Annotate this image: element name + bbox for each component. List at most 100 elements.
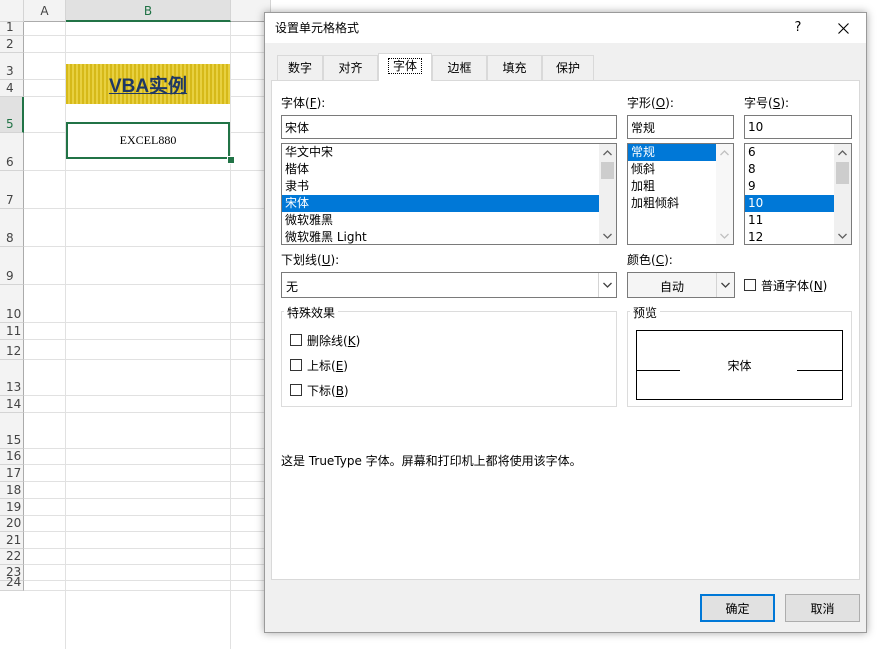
row-header[interactable]: 24 [0, 575, 24, 591]
ok-button[interactable]: 确定 [700, 594, 775, 622]
normal-font-label[interactable]: 普通字体(N) [761, 277, 827, 294]
row-header[interactable]: 19 [0, 499, 24, 516]
style-list[interactable]: 常规 倾斜 加粗 加粗倾斜 [627, 143, 734, 245]
column-header-b[interactable]: B [66, 0, 231, 22]
tab-protection[interactable]: 保护 [542, 55, 594, 80]
help-icon: ? [794, 20, 802, 35]
row-header[interactable]: 22 [0, 549, 24, 565]
list-item[interactable]: 楷体 [282, 161, 599, 178]
list-item[interactable]: 10 [745, 195, 834, 212]
row-header[interactable]: 6 [0, 133, 24, 171]
list-item[interactable]: 12 [745, 229, 834, 244]
row-gridline [24, 359, 265, 360]
list-item[interactable]: 宋体 [282, 195, 599, 212]
tab-fill[interactable]: 填充 [487, 55, 542, 80]
list-item[interactable]: 微软雅黑 [282, 212, 599, 229]
row-header[interactable]: 8 [0, 209, 24, 247]
row-header[interactable]: 17 [0, 465, 24, 482]
row-gridline [24, 208, 265, 209]
style-input[interactable]: 常规 [627, 115, 734, 139]
font-input[interactable]: 宋体 [281, 115, 617, 139]
color-picker-value: 自动 [659, 280, 684, 294]
list-item[interactable]: 倾斜 [628, 161, 716, 178]
row-gridline [24, 284, 265, 285]
cell-b5-active[interactable]: EXCEL880 [66, 122, 230, 159]
fill-handle[interactable] [227, 156, 235, 164]
chevron-down-icon[interactable] [598, 273, 616, 297]
list-item[interactable]: 常规 [628, 144, 716, 161]
list-item[interactable]: 6 [745, 144, 834, 161]
row-gridline [24, 464, 265, 465]
list-item[interactable]: 加粗 [628, 178, 716, 195]
close-button[interactable] [821, 13, 866, 43]
scroll-thumb[interactable] [601, 162, 614, 179]
row-gridline [24, 564, 265, 565]
list-item[interactable]: 9 [745, 178, 834, 195]
scroll-down-icon[interactable] [834, 227, 851, 244]
strikethrough-checkbox[interactable] [290, 334, 302, 346]
scroll-up-icon[interactable] [599, 144, 616, 161]
size-list-scrollbar[interactable] [834, 144, 851, 244]
row-header[interactable]: 2 [0, 36, 24, 53]
tab-number[interactable]: 数字 [277, 55, 323, 80]
row-header[interactable]: 10 [0, 285, 24, 323]
chevron-down-icon[interactable] [716, 273, 734, 297]
list-item[interactable]: 11 [745, 212, 834, 229]
help-button[interactable]: ? [775, 13, 821, 43]
row-header[interactable]: 13 [0, 360, 24, 396]
tab-font[interactable]: 字体 [378, 53, 432, 81]
row-header[interactable]: 14 [0, 396, 24, 413]
row-header[interactable]: 11 [0, 323, 24, 340]
strikethrough-label[interactable]: 删除线(K) [307, 332, 360, 349]
cancel-button[interactable]: 取消 [785, 594, 860, 622]
row-header[interactable]: 20 [0, 516, 24, 532]
superscript-label[interactable]: 上标(E) [307, 357, 348, 374]
list-item[interactable]: 8 [745, 161, 834, 178]
tab-font-label: 字体 [387, 58, 422, 74]
subscript-label[interactable]: 下标(B) [307, 382, 349, 399]
row-header[interactable]: 15 [0, 413, 24, 449]
scroll-down-icon [716, 227, 733, 244]
subscript-checkbox[interactable] [290, 384, 302, 396]
row-header[interactable]: 7 [0, 171, 24, 209]
row-header[interactable]: 18 [0, 482, 24, 499]
tab-border[interactable]: 边框 [432, 55, 487, 80]
row-header[interactable]: 4 [0, 80, 24, 97]
dialog-titlebar[interactable]: 设置单元格格式 ? [265, 13, 866, 43]
scroll-thumb[interactable] [836, 162, 849, 184]
list-item[interactable]: 隶书 [282, 178, 599, 195]
color-picker[interactable]: 自动 [627, 272, 735, 298]
underline-select[interactable]: 无 [281, 272, 617, 298]
row-header[interactable]: 21 [0, 532, 24, 549]
list-item[interactable]: 加粗倾斜 [628, 195, 716, 212]
row-gridline [24, 498, 265, 499]
row-header[interactable]: 1 [0, 20, 24, 36]
format-cells-dialog: 设置单元格格式 ? 数字 对齐 字体 边框 填充 保护 字体(F): 宋体 华文… [264, 12, 867, 633]
cell-b3[interactable]: VBA实例 [66, 64, 230, 104]
size-input[interactable]: 10 [744, 115, 852, 139]
row-gridline [24, 322, 265, 323]
cell-b3-text: VBA实例 [108, 75, 188, 97]
style-label: 字形(O): [627, 96, 674, 110]
row-header[interactable]: 16 [0, 449, 24, 465]
column-gridline [65, 22, 66, 649]
font-list[interactable]: 华文中宋 楷体 隶书 宋体 微软雅黑 微软雅黑 Light [281, 143, 617, 245]
tab-alignment[interactable]: 对齐 [323, 55, 378, 80]
font-list-scrollbar[interactable] [599, 144, 616, 244]
row-header[interactable]: 5 [0, 97, 24, 133]
tab-protection-label: 保护 [555, 61, 580, 75]
row-gridline [24, 52, 265, 53]
normal-font-checkbox[interactable] [744, 279, 756, 291]
select-all-corner[interactable] [0, 0, 24, 22]
column-header-a[interactable]: A [24, 0, 66, 22]
list-item[interactable]: 华文中宋 [282, 144, 599, 161]
scroll-down-icon[interactable] [599, 227, 616, 244]
row-header[interactable]: 9 [0, 247, 24, 285]
row-header[interactable]: 3 [0, 53, 24, 80]
font-input-value: 宋体 [285, 120, 310, 135]
superscript-checkbox[interactable] [290, 359, 302, 371]
size-list[interactable]: 6 8 9 10 11 12 [744, 143, 852, 245]
list-item[interactable]: 微软雅黑 Light [282, 229, 599, 244]
scroll-up-icon[interactable] [834, 144, 851, 161]
row-header[interactable]: 12 [0, 340, 24, 360]
